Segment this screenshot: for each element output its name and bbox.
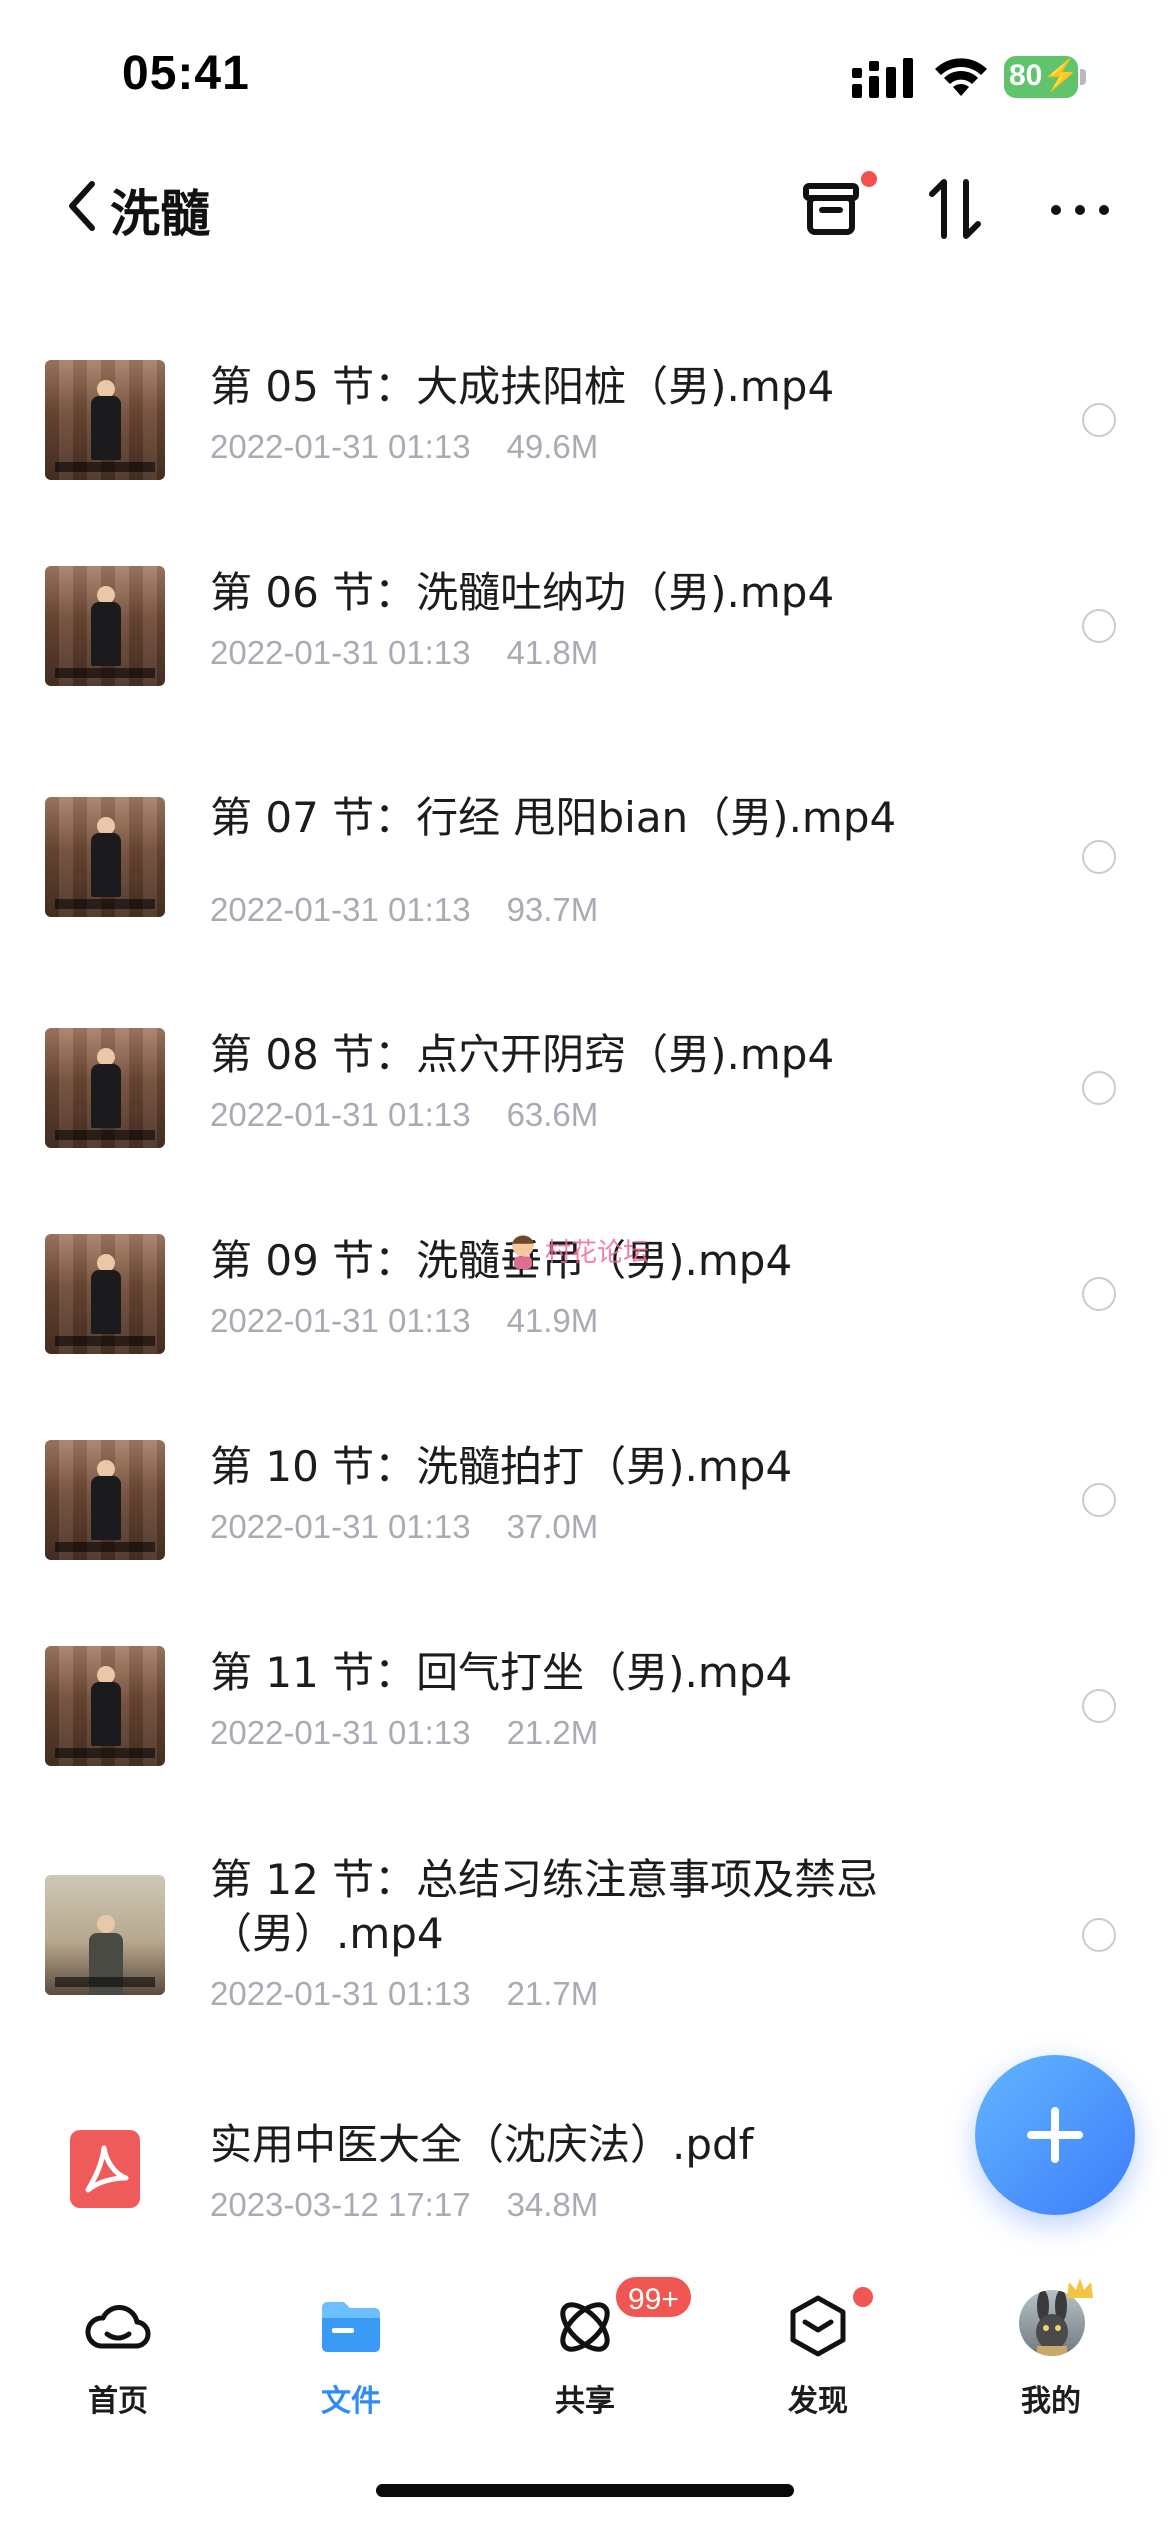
pdf-file-icon bbox=[70, 2130, 140, 2208]
file-meta: 2022-01-31 01:13 21.7M bbox=[210, 1975, 599, 2012]
notification-dot bbox=[858, 168, 880, 190]
notification-dot bbox=[850, 2284, 876, 2310]
tab-label: 文件 bbox=[321, 2384, 381, 2419]
file-name: 第 11 节：回气打坐（男).mp4 bbox=[210, 1648, 793, 1697]
select-checkbox[interactable] bbox=[1082, 1918, 1116, 1952]
cloud-icon bbox=[85, 2305, 151, 2349]
file-name: 第 12 节：总结习练注意事项及禁忌（男）.mp4 bbox=[210, 1855, 879, 1958]
file-name: 第 05 节：大成扶阳桩（男).mp4 bbox=[210, 362, 835, 411]
file-row[interactable]: 第 10 节：洗髓拍打（男).mp4 2022-01-31 01:13 37.0M bbox=[0, 1440, 1170, 1580]
cellular-signal-icon bbox=[852, 58, 913, 98]
tab-label: 共享 bbox=[555, 2384, 615, 2419]
tab-label: 首页 bbox=[88, 2384, 148, 2419]
file-name: 第 06 节：洗髓吐纳功（男).mp4 bbox=[210, 568, 835, 617]
video-thumbnail bbox=[45, 1234, 165, 1354]
file-row[interactable]: 第 12 节：总结习练注意事项及禁忌（男）.mp4 2022-01-31 01:… bbox=[0, 1855, 1170, 2075]
crown-icon bbox=[1067, 2278, 1093, 2298]
battery-level: 80⚡ bbox=[1009, 59, 1080, 92]
tab-files[interactable]: 文件 bbox=[261, 2280, 441, 2420]
watermark-mascot-icon bbox=[512, 1234, 534, 1269]
file-meta: 2022-01-31 01:13 41.8M bbox=[210, 634, 599, 671]
tab-me[interactable]: 我的 bbox=[961, 2278, 1141, 2420]
tab-label: 我的 bbox=[1021, 2384, 1081, 2419]
file-name: 第 09 节：洗髓垂吊（男).mp4 bbox=[210, 1236, 793, 1285]
select-checkbox[interactable] bbox=[1082, 1483, 1116, 1517]
tab-home[interactable]: 首页 bbox=[28, 2280, 208, 2420]
more-options-icon[interactable] bbox=[1048, 180, 1112, 240]
video-thumbnail bbox=[45, 566, 165, 686]
select-checkbox[interactable] bbox=[1082, 403, 1116, 437]
select-checkbox[interactable] bbox=[1082, 1689, 1116, 1723]
file-name: 实用中医大全（沈庆法）.pdf bbox=[210, 2120, 754, 2169]
select-checkbox[interactable] bbox=[1082, 1277, 1116, 1311]
file-row[interactable]: 第 07 节：行经 甩阳bian（男).mp4 2022-01-31 01:13… bbox=[0, 793, 1170, 957]
file-meta: 2022-01-31 01:13 37.0M bbox=[210, 1508, 599, 1545]
add-button[interactable] bbox=[975, 2055, 1135, 2215]
video-thumbnail bbox=[45, 1440, 165, 1560]
page-title: 洗髓 bbox=[110, 185, 210, 243]
watermark-text: 村花论坛 bbox=[545, 1238, 650, 1268]
file-meta: 2022-01-31 01:13 21.2M bbox=[210, 1714, 599, 1751]
file-meta: 2022-01-31 01:13 41.9M bbox=[210, 1302, 599, 1339]
file-name: 第 07 节：行经 甩阳bian（男).mp4 bbox=[210, 793, 897, 842]
tab-bar: 首页 文件 99+ 共享 发现 我的 bbox=[0, 2262, 1170, 2532]
share-orbit-icon bbox=[560, 2302, 610, 2352]
navigation-bar: 洗髓 bbox=[0, 150, 1170, 270]
file-meta: 2023-03-12 17:17 34.8M bbox=[210, 2186, 599, 2223]
file-row[interactable]: 第 06 节：洗髓吐纳功（男).mp4 2022-01-31 01:13 41.8… bbox=[0, 566, 1170, 706]
back-chevron-icon[interactable] bbox=[62, 176, 102, 236]
tab-discover[interactable]: 发现 bbox=[728, 2280, 908, 2420]
tab-label: 发现 bbox=[788, 2384, 848, 2419]
battery-icon: 80⚡ bbox=[1004, 56, 1086, 98]
folder-icon bbox=[322, 2302, 380, 2352]
notification-badge: 99+ bbox=[613, 2274, 694, 2320]
screen: 05:41 80⚡ 洗髓 第 05 节：大成扶阳桩（男).mp4 2022-01… bbox=[0, 0, 1170, 2532]
status-bar: 05:41 80⚡ bbox=[0, 0, 1170, 150]
forum-watermark: 村花论坛 bbox=[505, 1230, 675, 1274]
file-row[interactable]: 第 08 节：点穴开阴窍（男).mp4 2022-01-31 01:13 63.6… bbox=[0, 1028, 1170, 1168]
select-checkbox[interactable] bbox=[1082, 840, 1116, 874]
file-meta: 2022-01-31 01:13 49.6M bbox=[210, 428, 599, 465]
status-time: 05:41 bbox=[122, 47, 250, 100]
video-thumbnail bbox=[45, 1875, 165, 1995]
select-checkbox[interactable] bbox=[1082, 609, 1116, 643]
file-row[interactable]: 第 11 节：回气打坐（男).mp4 2022-01-31 01:13 21.2M bbox=[0, 1646, 1170, 1786]
tab-share[interactable]: 99+ 共享 bbox=[495, 2274, 694, 2420]
file-name: 第 10 节：洗髓拍打（男).mp4 bbox=[210, 1442, 793, 1491]
sort-icon[interactable] bbox=[922, 176, 988, 242]
file-name: 第 08 节：点穴开阴窍（男).mp4 bbox=[210, 1030, 835, 1079]
video-thumbnail bbox=[45, 360, 165, 480]
wifi-icon bbox=[935, 58, 987, 96]
archive-box-icon[interactable] bbox=[800, 174, 868, 242]
video-thumbnail bbox=[45, 1028, 165, 1148]
video-thumbnail bbox=[45, 797, 165, 917]
video-thumbnail bbox=[45, 1646, 165, 1766]
file-row[interactable]: 第 05 节：大成扶阳桩（男).mp4 2022-01-31 01:13 49.6… bbox=[0, 360, 1170, 500]
file-meta: 2022-01-31 01:13 63.6M bbox=[210, 1096, 599, 1133]
home-indicator bbox=[376, 2484, 794, 2497]
discover-box-icon bbox=[790, 2295, 846, 2357]
select-checkbox[interactable] bbox=[1082, 1071, 1116, 1105]
file-meta: 2022-01-31 01:13 93.7M bbox=[210, 891, 599, 928]
